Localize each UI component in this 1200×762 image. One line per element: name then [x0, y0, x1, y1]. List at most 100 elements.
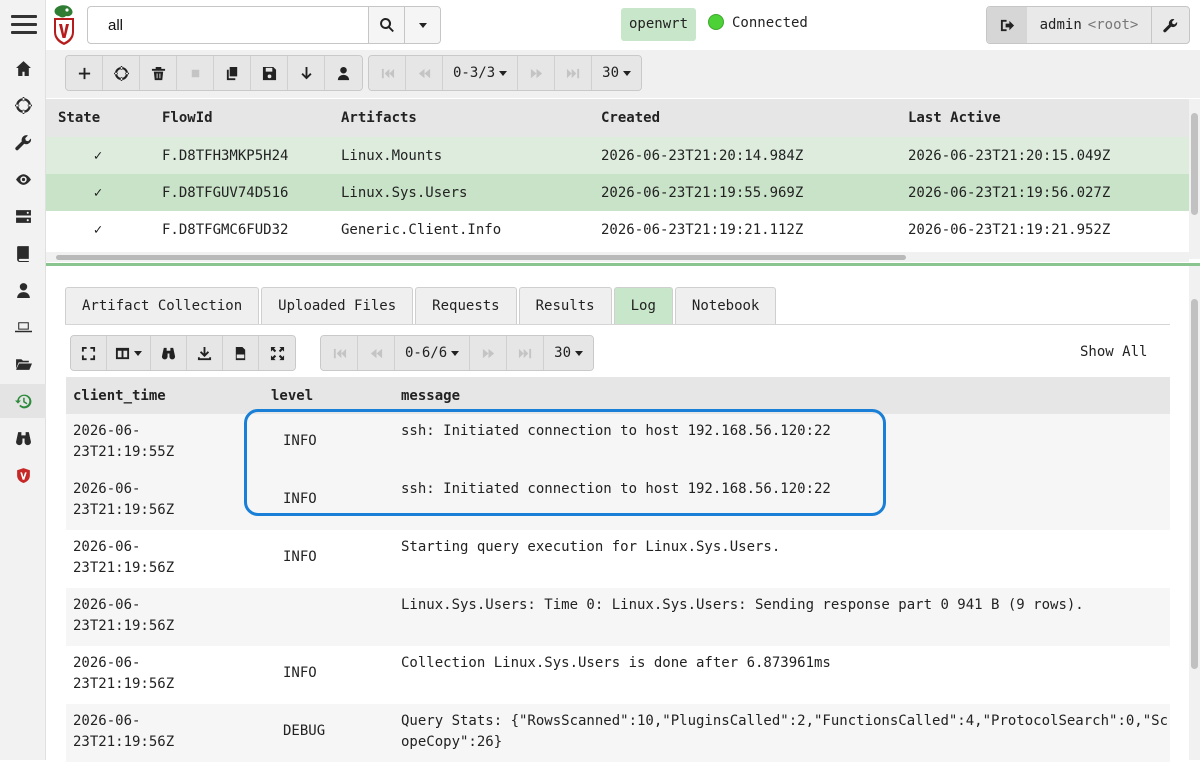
eye-icon[interactable] — [13, 169, 33, 189]
server-icon[interactable] — [13, 206, 33, 226]
caret-down-icon — [623, 70, 632, 76]
client-hostname[interactable]: openwrt — [621, 8, 697, 41]
trash-icon — [151, 66, 165, 80]
show-all-button[interactable]: Show All — [1080, 344, 1147, 360]
table-row[interactable]: 2026-06- 23T21:19:55Z INFO ssh: Initiate… — [66, 414, 1170, 472]
sidebar — [0, 0, 46, 760]
wrench-icon[interactable] — [13, 132, 33, 152]
fullscreen-button[interactable] — [71, 336, 107, 370]
log-message: Linux.Sys.Users: Time 0: Linux.Sys.Users… — [394, 588, 1170, 646]
tab-uploaded-files[interactable]: Uploaded Files — [261, 287, 414, 324]
velociraptor-shield-icon[interactable] — [13, 465, 33, 485]
transform-button[interactable] — [259, 336, 295, 370]
file-csv-icon — [235, 346, 246, 360]
column-header-client-time[interactable]: client_time — [66, 377, 264, 414]
flows-table: State FlowId Artifacts Created Last Acti… — [46, 99, 1189, 248]
search-input[interactable] — [88, 7, 368, 43]
search-dropdown-button[interactable] — [404, 7, 440, 43]
table-row[interactable]: ✓ F.D8TFGMC6FUD32 Generic.Client.Info 20… — [46, 211, 1189, 248]
menu-icon[interactable] — [11, 12, 37, 38]
velociraptor-logo — [50, 4, 78, 46]
log-level: INFO — [264, 646, 394, 704]
home-icon[interactable] — [13, 58, 33, 78]
first-page-button[interactable] — [369, 56, 406, 90]
filter-button[interactable] — [151, 336, 187, 370]
table-row[interactable]: 2026-06- 23T21:19:56Z INFO ssh: Initiate… — [66, 472, 1170, 530]
next-page-button[interactable] — [470, 336, 508, 370]
user-settings-button[interactable] — [1151, 7, 1189, 43]
flow-id: F.D8TFGMC6FUD32 — [150, 211, 329, 248]
book-icon[interactable] — [13, 243, 33, 263]
delete-button[interactable] — [140, 56, 177, 90]
user-filter-button[interactable] — [325, 56, 362, 90]
search-button[interactable] — [368, 7, 404, 43]
prev-page-button[interactable] — [358, 336, 395, 370]
log-vertical-scrollbar[interactable] — [1189, 266, 1200, 760]
tab-log[interactable]: Log — [613, 287, 673, 324]
table-row[interactable]: 2026-06- 23T21:19:56Z INFO Collection Li… — [66, 646, 1170, 704]
log-message: ssh: Initiated connection to host 192.16… — [394, 414, 1170, 472]
column-header-last-active[interactable]: Last Active — [896, 99, 1189, 137]
log-client-time: 2026-06- 23T21:19:56Z — [66, 472, 264, 530]
hunt-button[interactable] — [103, 56, 140, 90]
page-range-selector[interactable]: 0-6/6 — [395, 336, 471, 370]
table-row[interactable]: ✓ F.D8TFGUV74D516 Linux.Sys.Users 2026-0… — [46, 174, 1189, 211]
page-range-label: 0-3/3 — [453, 65, 496, 81]
stop-button[interactable] — [177, 56, 214, 90]
pane-splitter[interactable] — [46, 263, 1200, 266]
user-icon[interactable] — [13, 280, 33, 300]
column-header-state[interactable]: State — [46, 99, 150, 137]
table-row[interactable]: 2026-06- 23T21:19:56Z Linux.Sys.Users: T… — [66, 588, 1170, 646]
column-header-created[interactable]: Created — [589, 99, 896, 137]
tab-notebook[interactable]: Notebook — [674, 287, 777, 324]
log-client-time: 2026-06- 23T21:19:56Z — [66, 588, 264, 646]
flows-horizontal-scrollbar[interactable] — [46, 252, 1189, 262]
arrows-alt-icon — [270, 346, 284, 360]
save-button[interactable] — [251, 56, 288, 90]
prev-page-button[interactable] — [406, 56, 443, 90]
laptop-icon[interactable] — [13, 317, 33, 337]
logout-button[interactable] — [987, 7, 1027, 43]
tabs-divider — [65, 324, 1170, 325]
page-range-selector[interactable]: 0-3/3 — [443, 56, 519, 90]
user-info[interactable]: admin <root> — [1027, 7, 1151, 43]
first-page-button[interactable] — [321, 336, 358, 370]
last-page-button[interactable] — [555, 56, 593, 90]
table-row[interactable]: ✓ F.D8TFH3MKP5H24 Linux.Mounts 2026-06-2… — [46, 137, 1189, 174]
column-header-artifacts[interactable]: Artifacts — [329, 99, 589, 137]
column-header-flowid[interactable]: FlowId — [150, 99, 329, 137]
page-size-selector[interactable]: 30 — [592, 56, 642, 90]
copy-button[interactable] — [214, 56, 251, 90]
tab-results[interactable]: Results — [518, 287, 612, 324]
page-size-selector[interactable]: 30 — [544, 336, 594, 370]
user-icon — [337, 66, 350, 80]
tab-artifact-collection[interactable]: Artifact Collection — [65, 287, 260, 324]
log-message: Collection Linux.Sys.Users is done after… — [394, 646, 1170, 704]
crosshair-icon[interactable] — [13, 95, 33, 115]
tab-requests[interactable]: Requests — [415, 287, 517, 324]
first-page-icon — [381, 68, 394, 78]
column-header-level[interactable]: level — [264, 377, 394, 414]
first-page-icon — [333, 348, 346, 358]
download-json-button[interactable] — [187, 336, 223, 370]
save-icon — [262, 66, 276, 80]
last-page-button[interactable] — [507, 336, 545, 370]
log-level: INFO — [264, 414, 394, 472]
flows-vertical-scrollbar[interactable] — [1189, 99, 1200, 259]
caret-down-icon — [499, 70, 508, 76]
history-icon[interactable] — [0, 384, 46, 418]
column-selector-button[interactable] — [107, 336, 151, 370]
download-csv-button[interactable] — [223, 336, 259, 370]
new-collection-button[interactable] — [66, 56, 103, 90]
next-page-button[interactable] — [518, 56, 556, 90]
column-header-message[interactable]: message — [394, 377, 1170, 414]
download-button[interactable] — [288, 56, 325, 90]
connected-status-icon — [708, 14, 724, 30]
binoculars-icon[interactable] — [13, 428, 33, 448]
flow-id: F.D8TFGUV74D516 — [150, 174, 329, 211]
binoculars-icon — [161, 347, 176, 359]
log-message: Starting query execution for Linux.Sys.U… — [394, 530, 1170, 588]
table-row[interactable]: 2026-06- 23T21:19:56Z DEBUG Query Stats:… — [66, 704, 1170, 762]
table-row[interactable]: 2026-06- 23T21:19:56Z INFO Starting quer… — [66, 530, 1170, 588]
folder-open-icon[interactable] — [13, 354, 33, 374]
